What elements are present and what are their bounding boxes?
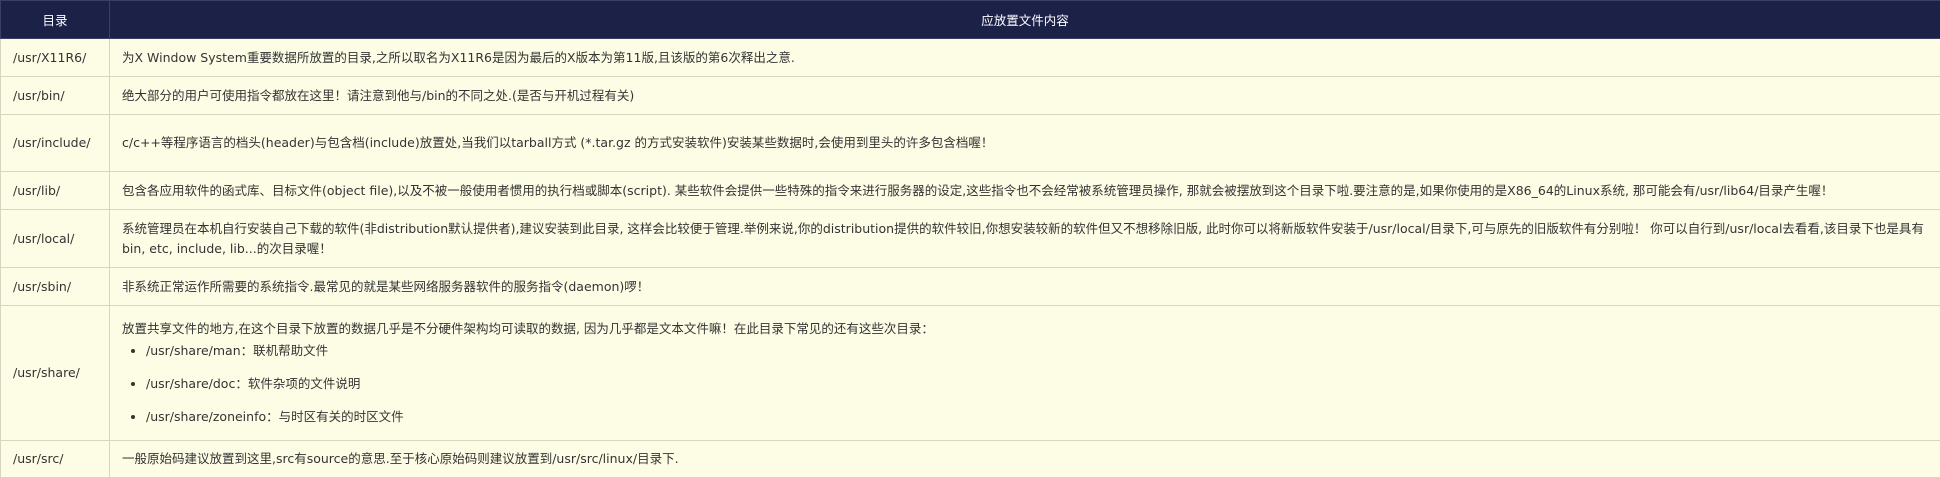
table-row: /usr/bin/ 绝大部分的用户可使用指令都放在这里！请注意到他与/bin的不… [1,77,1940,115]
list-item: /usr/share/man：联机帮助文件 [146,341,1928,361]
header-content: 应放置文件内容 [110,1,1940,39]
table-row: /usr/share/ 放置共享文件的地方,在这个目录下放置的数据几乎是不分硬件… [1,306,1940,441]
description-cell: c/c++等程序语言的档头(header)与包含档(include)放置处,当我… [110,115,1940,172]
list-item: /usr/share/doc：软件杂项的文件说明 [146,374,1928,394]
description-cell: 一般原始码建议放置到这里,src有source的意思.至于核心原始码则建议放置到… [110,441,1940,478]
directory-cell: /usr/X11R6/ [1,39,110,77]
subdirectory-list: /usr/share/man：联机帮助文件 /usr/share/doc：软件杂… [122,341,1928,427]
directory-cell: /usr/local/ [1,210,110,268]
directory-cell: /usr/lib/ [1,172,110,210]
description-cell: 包含各应用软件的函式库、目标文件(object file),以及不被一般使用者惯… [110,172,1940,210]
directory-table: 目录 应放置文件内容 /usr/X11R6/ 为X Window System重… [0,0,1940,478]
directory-cell: /usr/include/ [1,115,110,172]
table-row: /usr/sbin/ 非系统正常运作所需要的系统指令.最常见的就是某些网络服务器… [1,268,1940,306]
table-header-row: 目录 应放置文件内容 [1,1,1940,39]
directory-cell: /usr/sbin/ [1,268,110,306]
directory-cell: /usr/bin/ [1,77,110,115]
table-row: /usr/X11R6/ 为X Window System重要数据所放置的目录,之… [1,39,1940,77]
list-item: /usr/share/zoneinfo：与时区有关的时区文件 [146,407,1928,427]
table-row: /usr/local/ 系统管理员在本机自行安装自己下载的软件(非distrib… [1,210,1940,268]
table-row: /usr/lib/ 包含各应用软件的函式库、目标文件(object file),… [1,172,1940,210]
table-row: /usr/src/ 一般原始码建议放置到这里,src有source的意思.至于核… [1,441,1940,478]
description-cell: 系统管理员在本机自行安装自己下载的软件(非distribution默认提供者),… [110,210,1940,268]
description-cell: 绝大部分的用户可使用指令都放在这里！请注意到他与/bin的不同之处.(是否与开机… [110,77,1940,115]
description-text: 放置共享文件的地方,在这个目录下放置的数据几乎是不分硬件架构均可读取的数据, 因… [122,319,1928,339]
description-cell: 非系统正常运作所需要的系统指令.最常见的就是某些网络服务器软件的服务指令(dae… [110,268,1940,306]
description-cell: 为X Window System重要数据所放置的目录,之所以取名为X11R6是因… [110,39,1940,77]
table-row: /usr/include/ c/c++等程序语言的档头(header)与包含档(… [1,115,1940,172]
directory-cell: /usr/src/ [1,441,110,478]
header-directory: 目录 [1,1,110,39]
directory-cell: /usr/share/ [1,306,110,441]
description-cell: 放置共享文件的地方,在这个目录下放置的数据几乎是不分硬件架构均可读取的数据, 因… [110,306,1940,441]
